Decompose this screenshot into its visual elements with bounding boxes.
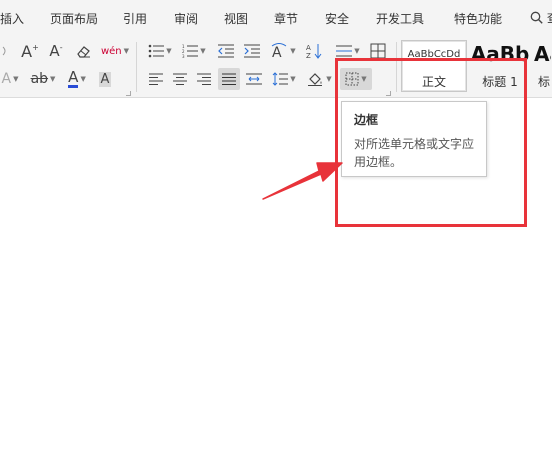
bullets-button[interactable]: ▼ <box>146 40 174 62</box>
line-spacing-options-button[interactable]: ▼ <box>270 68 298 90</box>
align-justify-icon <box>222 73 236 85</box>
highlight-button[interactable]: ab ▼ <box>28 68 58 90</box>
font-group-launcher[interactable] <box>126 91 131 96</box>
menu-insert[interactable]: 插入 <box>0 10 24 27</box>
phonetic-guide-icon: wén <box>100 45 122 57</box>
table-grid-icon <box>370 43 386 59</box>
style-heading-1-label: 标题 1 <box>482 75 518 89</box>
menu-review[interactable]: 审阅 <box>174 10 198 27</box>
style-normal-sample: AaBbCcDd <box>407 49 461 60</box>
grow-font-icon: A <box>21 41 33 61</box>
text-effect-icon: A <box>1 71 12 87</box>
style-heading-2-sample: Aa <box>534 42 551 66</box>
clear-format-button[interactable] <box>72 40 94 62</box>
style-normal-label: 正文 <box>421 75 446 89</box>
svg-text:A: A <box>272 45 282 59</box>
numbered-list-icon: 123 <box>182 44 199 58</box>
style-heading-1-sample: AaBb <box>470 42 530 66</box>
distributed-align-icon <box>246 73 262 85</box>
line-spacing-icon <box>272 72 289 86</box>
tooltip-title: 边框 <box>354 113 379 127</box>
table-button[interactable] <box>368 40 388 62</box>
align-left-icon <box>149 73 163 85</box>
change-case-icon: A <box>272 43 287 59</box>
align-center-button[interactable] <box>170 68 190 90</box>
menu-bar: 插入 页面布局 引用 审阅 视图 章节 安全 开发工具 特色功能 查 <box>0 0 552 36</box>
sort-az-icon: AZ <box>306 44 322 59</box>
decrease-indent-icon <box>218 44 234 58</box>
sort-button[interactable]: AZ <box>304 40 324 62</box>
tooltip-description: 对所选单元格或文字应用边框。 <box>354 137 475 169</box>
char-shading-button[interactable]: A <box>96 68 114 90</box>
decrease-indent-button[interactable] <box>216 40 236 62</box>
menu-page-layout[interactable]: 页面布局 <box>50 10 98 27</box>
paragraph-spacing-icon <box>336 45 353 57</box>
search-icon <box>530 11 543 24</box>
font-size-dropdown[interactable] <box>0 40 12 62</box>
align-center-icon <box>173 73 187 85</box>
shrink-font-icon: A <box>49 42 60 60</box>
paint-bucket-icon <box>308 73 323 86</box>
style-heading-1[interactable]: AaBb 标题 1 <box>467 40 533 92</box>
style-heading-2-label: 标 <box>538 75 551 89</box>
svg-text:3: 3 <box>182 54 185 58</box>
style-heading-2[interactable]: Aa 标 <box>533 40 552 92</box>
borders-tooltip: 边框 对所选单元格或文字应用边框。 <box>341 101 487 177</box>
svg-text:A: A <box>306 44 311 52</box>
font-color-button[interactable]: A ▼ <box>64 68 90 90</box>
increase-indent-icon <box>244 44 260 58</box>
shrink-font-button[interactable]: A- <box>46 40 66 62</box>
line-spacing-button[interactable]: ▼ <box>334 40 362 62</box>
menu-developer-tools[interactable]: 开发工具 <box>376 10 424 27</box>
search-command[interactable]: 查 <box>530 9 552 26</box>
separator <box>396 42 397 92</box>
style-normal[interactable]: AaBbCcDd 正文 <box>401 40 467 92</box>
menu-special-features[interactable]: 特色功能 <box>454 10 502 27</box>
highlight-icon: ab <box>30 71 49 87</box>
increase-indent-button[interactable] <box>242 40 262 62</box>
menu-references[interactable]: 引用 <box>123 10 147 27</box>
font-color-icon: A <box>68 68 79 88</box>
align-right-button[interactable] <box>194 68 214 90</box>
phonetic-guide-button[interactable]: wén ▼ <box>100 40 130 62</box>
distributed-align-button[interactable] <box>244 68 264 90</box>
bulleted-list-icon <box>148 44 165 58</box>
change-case-button[interactable]: A ▼ <box>268 40 298 62</box>
borders-icon <box>345 72 359 86</box>
svg-text:Z: Z <box>306 52 311 59</box>
grow-font-button[interactable]: A + <box>20 40 40 62</box>
menu-view[interactable]: 视图 <box>224 10 248 27</box>
eraser-icon <box>77 46 90 58</box>
text-effect-button[interactable]: A ▼ <box>0 68 20 90</box>
align-left-button[interactable] <box>146 68 166 90</box>
menu-security[interactable]: 安全 <box>325 10 349 27</box>
separator <box>136 42 137 92</box>
chevron-down-icon <box>2 46 6 56</box>
justify-button[interactable] <box>218 68 240 90</box>
borders-button[interactable]: ▼ <box>340 68 372 90</box>
numbering-button[interactable]: 1 2 3 ▼ <box>180 40 208 62</box>
align-right-icon <box>197 73 211 85</box>
paragraph-group-launcher[interactable] <box>386 91 391 96</box>
ribbon-home: A + A- wén ▼ A ▼ ab ▼ A ▼ A ▼ 1 2 3 ▼ A ▼ AZ ▼ <box>0 36 552 98</box>
search-label: 查 <box>547 11 552 25</box>
shading-button[interactable]: ▼ <box>306 68 334 90</box>
char-shading-icon: A <box>98 71 112 87</box>
menu-chapter[interactable]: 章节 <box>274 10 298 27</box>
